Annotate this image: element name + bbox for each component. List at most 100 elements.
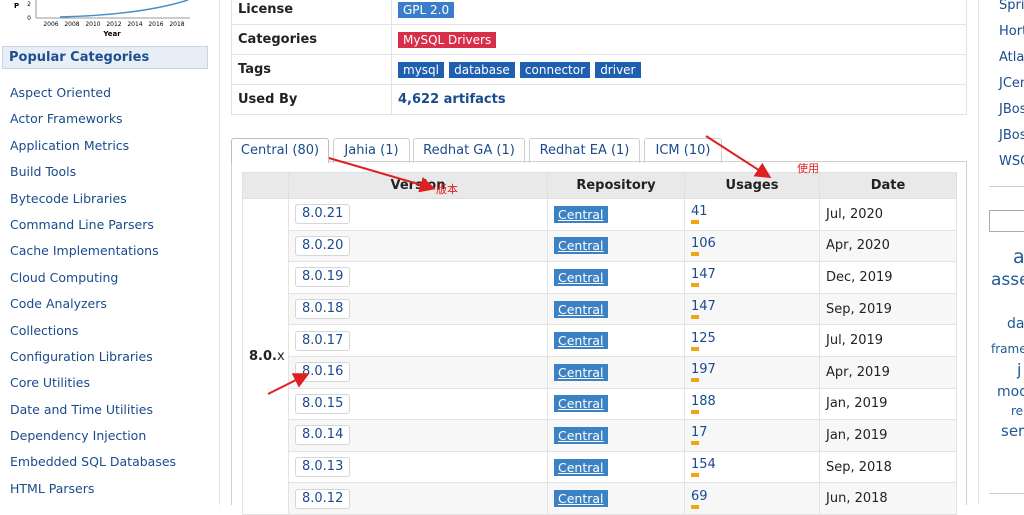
divider bbox=[989, 186, 1024, 187]
usages-link[interactable]: 106 bbox=[691, 236, 716, 251]
repo-link[interactable]: Central bbox=[554, 332, 608, 350]
repo-cell: Central bbox=[547, 324, 685, 357]
y-tick-2: 2 bbox=[27, 1, 31, 8]
repo-link[interactable]: Central bbox=[554, 300, 608, 318]
usages-link[interactable]: 125 bbox=[691, 331, 716, 346]
related-link[interactable]: Hort bbox=[999, 24, 1024, 39]
category-link[interactable]: Core Utilities bbox=[10, 373, 176, 399]
repo-link[interactable]: Central bbox=[554, 426, 608, 444]
tag-badge[interactable]: database bbox=[449, 61, 515, 78]
version-cell: 8.0.19 bbox=[288, 261, 548, 294]
usages-header[interactable]: Usages bbox=[684, 172, 820, 199]
version-link[interactable]: 8.0.18 bbox=[295, 299, 351, 320]
date-cell: Sep, 2018 bbox=[819, 450, 957, 484]
version-link[interactable]: 8.0.15 bbox=[295, 393, 351, 414]
category-link[interactable]: Cloud Computing bbox=[10, 268, 176, 294]
version-link[interactable]: 8.0.20 bbox=[295, 235, 351, 256]
x-tick: 2012 bbox=[106, 21, 121, 28]
category-link[interactable]: Bytecode Libraries bbox=[10, 189, 176, 215]
date-cell: Jul, 2020 bbox=[819, 198, 957, 231]
usage-bar bbox=[691, 346, 699, 351]
table-row: 8.0.x 8.0.21 Central 41 Jul, 2020 bbox=[242, 198, 957, 515]
version-group-label: 8.0.x bbox=[242, 198, 289, 515]
tab-icm[interactable]: ICM (10) bbox=[644, 138, 722, 163]
tab-redhat-ea[interactable]: Redhat EA (1) bbox=[529, 138, 640, 163]
usages-link[interactable]: 41 bbox=[691, 204, 708, 219]
related-link[interactable]: Atla bbox=[999, 50, 1024, 65]
usages-link[interactable]: 197 bbox=[691, 362, 716, 377]
related-link[interactable]: JBos bbox=[999, 128, 1024, 143]
x-tick: 2010 bbox=[85, 21, 100, 28]
version-header[interactable]: Version bbox=[288, 172, 548, 199]
tab-redhat-ga[interactable]: Redhat GA (1) bbox=[413, 138, 525, 163]
category-link[interactable]: Embedded SQL Databases bbox=[10, 452, 176, 478]
ad-text: ser bbox=[1001, 422, 1024, 440]
repo-cell: Central bbox=[547, 355, 685, 389]
related-link[interactable]: WSO bbox=[999, 154, 1024, 169]
table-row: 8.0.18 Central 147 Sep, 2019 bbox=[243, 292, 957, 326]
version-cell: 8.0.20 bbox=[288, 229, 548, 263]
repo-cell: Central bbox=[547, 387, 685, 421]
repo-link[interactable]: Central bbox=[554, 268, 608, 286]
usages-link[interactable]: 147 bbox=[691, 299, 716, 314]
category-link[interactable]: Code Analyzers bbox=[10, 294, 176, 320]
usages-link[interactable]: 147 bbox=[691, 267, 716, 282]
usages-cell: 188 bbox=[684, 387, 820, 421]
usages-link[interactable]: 154 bbox=[691, 457, 716, 472]
category-link[interactable]: HTML Parsers bbox=[10, 479, 176, 505]
version-link[interactable]: 8.0.14 bbox=[295, 425, 351, 446]
ad-text: asse bbox=[991, 270, 1024, 290]
repo-link[interactable]: Central bbox=[554, 363, 608, 381]
category-link[interactable]: Configuration Libraries bbox=[10, 347, 176, 373]
tag-badge[interactable]: driver bbox=[595, 61, 641, 78]
category-link[interactable]: Dependency Injection bbox=[10, 426, 176, 452]
version-link[interactable]: 8.0.19 bbox=[295, 267, 351, 288]
search-input[interactable] bbox=[989, 210, 1024, 232]
ad-text: re bbox=[1011, 404, 1024, 418]
license-label: License bbox=[231, 0, 392, 25]
used-by-link[interactable]: 4,622 artifacts bbox=[398, 92, 506, 107]
category-link[interactable]: Actor Frameworks bbox=[10, 109, 176, 135]
version-cell: 8.0.21 bbox=[288, 198, 548, 231]
repo-link[interactable]: Central bbox=[554, 205, 608, 223]
category-badge[interactable]: MySQL Drivers bbox=[398, 31, 497, 48]
usages-link[interactable]: 17 bbox=[691, 425, 708, 440]
tag-badge[interactable]: mysql bbox=[398, 61, 444, 78]
category-link[interactable]: Date and Time Utilities bbox=[10, 400, 176, 426]
version-link[interactable]: 8.0.13 bbox=[295, 457, 351, 478]
versions-table: Version Repository Usages Date 8.0.x 8.0… bbox=[242, 172, 957, 515]
license-badge[interactable]: GPL 2.0 bbox=[398, 1, 455, 18]
related-link[interactable]: Spri bbox=[999, 0, 1024, 13]
version-link[interactable]: 8.0.16 bbox=[295, 362, 351, 383]
related-link[interactable]: JCen bbox=[999, 76, 1024, 91]
version-link[interactable]: 8.0.17 bbox=[295, 330, 351, 351]
date-cell: Jun, 2018 bbox=[819, 482, 957, 515]
repo-link[interactable]: Central bbox=[554, 458, 608, 476]
version-link[interactable]: 8.0.12 bbox=[295, 488, 351, 509]
related-link[interactable]: JBos bbox=[999, 102, 1024, 117]
repository-header[interactable]: Repository bbox=[547, 172, 685, 199]
tab-jahia[interactable]: Jahia (1) bbox=[333, 138, 410, 163]
table-row: 8.0.12 Central 69 Jun, 2018 bbox=[243, 482, 957, 515]
date-cell: Jan, 2019 bbox=[819, 419, 957, 452]
category-link[interactable]: Collections bbox=[10, 321, 176, 347]
usages-link[interactable]: 188 bbox=[691, 394, 716, 409]
tab-central[interactable]: Central (80) bbox=[231, 138, 329, 163]
tags-label: Tags bbox=[231, 54, 392, 85]
version-link[interactable]: 8.0.21 bbox=[295, 204, 351, 225]
repo-link[interactable]: Central bbox=[554, 395, 608, 413]
usages-cell: 69 bbox=[684, 482, 820, 515]
repo-link[interactable]: Central bbox=[554, 237, 608, 255]
category-link[interactable]: Application Metrics bbox=[10, 136, 176, 162]
category-link[interactable]: Aspect Oriented bbox=[10, 83, 176, 109]
category-link[interactable]: Build Tools bbox=[10, 162, 176, 188]
table-row: 8.0.20 Central 106 Apr, 2020 bbox=[243, 229, 957, 263]
usages-link[interactable]: 69 bbox=[691, 489, 708, 504]
category-link[interactable]: Command Line Parsers bbox=[10, 215, 176, 241]
usages-cell: 197 bbox=[684, 355, 820, 389]
used-by-row: Used By 4,622 artifacts bbox=[231, 84, 967, 115]
tag-badge[interactable]: connector bbox=[519, 61, 591, 78]
date-header[interactable]: Date bbox=[819, 172, 957, 199]
tags-cell: mysql database connector driver bbox=[391, 54, 967, 85]
category-link[interactable]: Cache Implementations bbox=[10, 241, 176, 267]
